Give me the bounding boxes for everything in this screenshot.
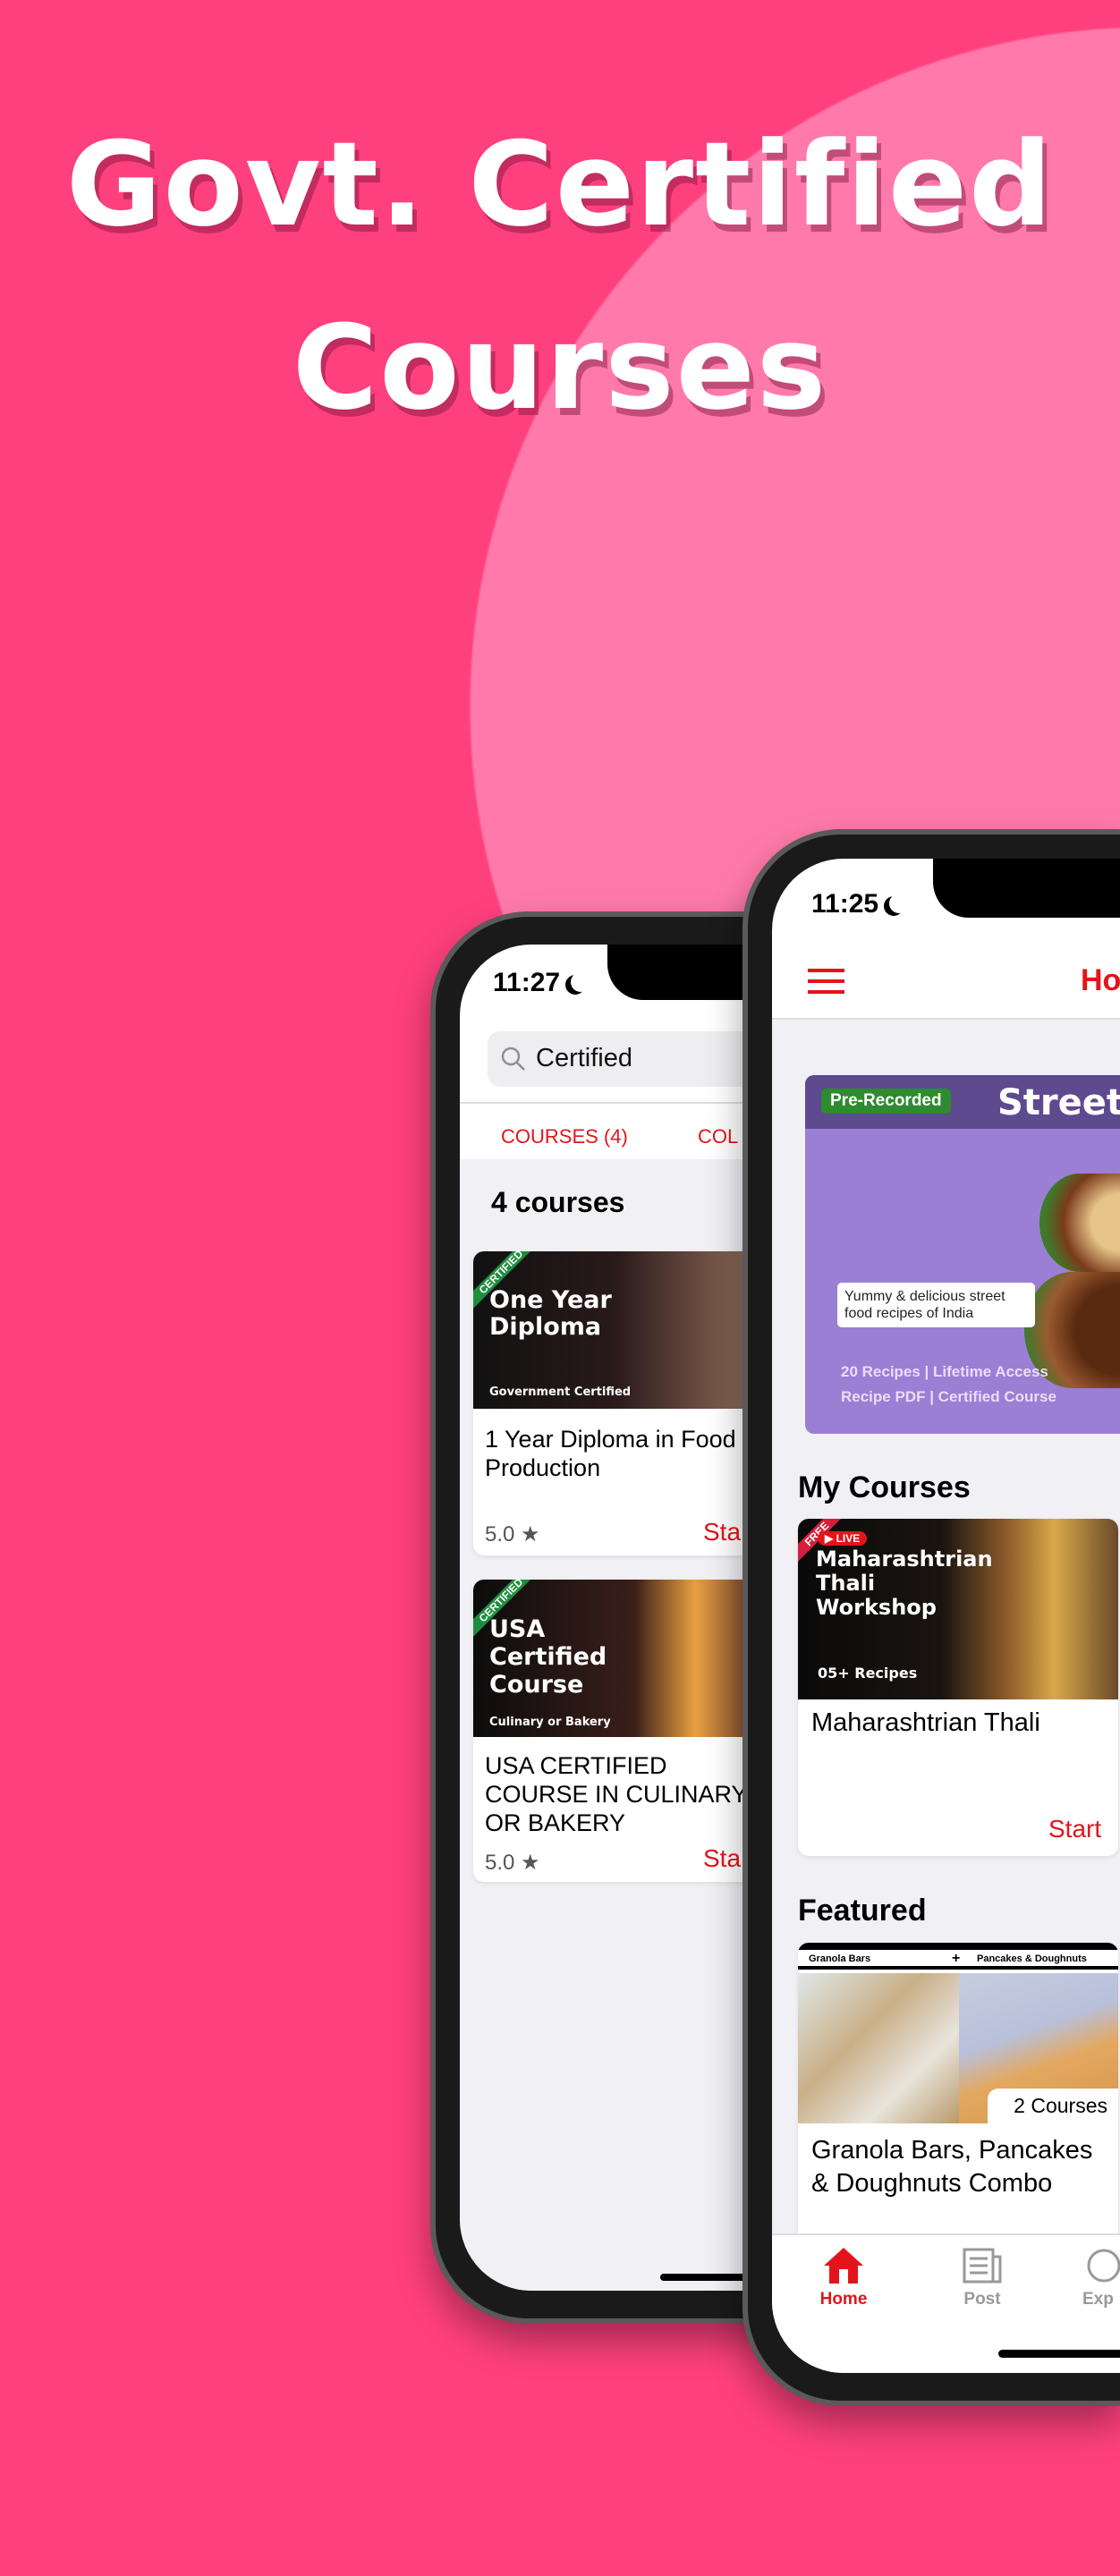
headline-line1: Govt. Certified	[65, 116, 1055, 252]
featured-card[interactable]: Granola Bars + Pancakes & Doughnuts 2 Co…	[798, 1943, 1118, 2233]
thumbnail-title: One Year Diploma	[489, 1286, 612, 1341]
food-bowl-image	[1039, 1174, 1120, 1272]
my-courses-heading: My Courses	[798, 1470, 971, 1504]
newspaper-icon	[963, 2248, 1002, 2284]
tab-post[interactable]: Post	[946, 2246, 1018, 2309]
plus-icon: +	[952, 1951, 961, 1966]
home-icon	[824, 2248, 863, 2284]
thumbnail-subtitle: 05+ Recipes	[818, 1665, 918, 1682]
home-phone: 11:25 Ho Pre-Recorded Street Yummy & del…	[742, 829, 1120, 2406]
granola-image	[798, 1973, 959, 2123]
start-button[interactable]: Start	[1048, 1815, 1101, 1843]
course-title: USA CERTIFIED COURSE IN CULINARY OR BAKE…	[485, 1752, 748, 1836]
tab-courses[interactable]: COURSES (4)	[501, 1125, 628, 1148]
course-title: Maharashtrian Thali	[811, 1708, 1040, 1737]
banner-title: Street	[997, 1082, 1120, 1123]
thumbnail-left-label: Granola Bars	[809, 1953, 871, 1964]
course-thumbnail: Granola Bars + Pancakes & Doughnuts 2 Co…	[798, 1943, 1118, 2123]
tab-collections[interactable]: COL	[698, 1125, 738, 1148]
status-time: 11:25	[811, 889, 898, 919]
home-indicator	[998, 2350, 1120, 2358]
course-count-badge: 2 Courses	[988, 2089, 1118, 2123]
thumbnail-subtitle: Culinary or Bakery	[489, 1716, 611, 1729]
course-thumbnail: FREE ▶ LIVE Maharashtrian Thali Workshop…	[798, 1519, 1118, 1699]
start-button[interactable]: Sta	[703, 1518, 741, 1546]
tab-label: Exp	[1082, 2290, 1114, 2309]
tab-label: Home	[819, 2290, 868, 2309]
thumbnail-right-label: Pancakes & Doughnuts	[977, 1953, 1087, 1964]
header-title: Ho	[1081, 963, 1120, 997]
rating: 5.0 ★	[485, 1522, 540, 1546]
banner-features: 20 Recipes | Lifetime Access	[841, 1363, 1048, 1380]
promo-banner[interactable]: Pre-Recorded Street Yummy & delicious st…	[805, 1075, 1120, 1434]
moon-icon	[571, 972, 590, 992]
thumbnail-title: Maharashtrian Thali Workshop	[816, 1546, 993, 1620]
thumbnail-subtitle: Government Certified	[489, 1385, 632, 1399]
tab-home[interactable]: Home	[808, 2246, 879, 2309]
explore-icon	[1087, 2249, 1120, 2283]
pre-recorded-badge: Pre-Recorded	[821, 1089, 951, 1114]
my-course-card[interactable]: FREE ▶ LIVE Maharashtrian Thali Workshop…	[798, 1519, 1118, 1856]
star-icon: ★	[521, 1851, 540, 1875]
notch	[933, 859, 1120, 918]
moon-icon	[889, 894, 909, 913]
live-badge: ▶ LIVE	[818, 1531, 868, 1546]
search-icon	[501, 1046, 525, 1071]
headline-line2: Courses	[292, 300, 828, 436]
tab-label: Post	[963, 2290, 1001, 2309]
course-title: 1 Year Diploma in Food Production	[485, 1426, 736, 1481]
status-time: 11:27	[493, 968, 580, 998]
search-value: Certified	[536, 1044, 632, 1072]
banner-note: Yummy & delicious street food recipes of…	[837, 1283, 1035, 1327]
featured-heading: Featured	[798, 1894, 927, 1928]
banner-features: Recipe PDF | Certified Course	[841, 1388, 1056, 1405]
thumbnail-title: USA Certified Course	[489, 1615, 607, 1699]
course-title: Granola Bars, Pancakes & Doughnuts Combo	[811, 2136, 1093, 2198]
results-heading: 4 courses	[491, 1186, 625, 1218]
tab-explore[interactable]: Exp	[1082, 2246, 1120, 2309]
hamburger-menu-icon[interactable]	[808, 969, 844, 994]
star-icon: ★	[521, 1522, 540, 1546]
start-button[interactable]: Sta	[703, 1844, 741, 1873]
rating: 5.0 ★	[485, 1851, 540, 1875]
home-screen: 11:25 Ho Pre-Recorded Street Yummy & del…	[772, 859, 1120, 2373]
